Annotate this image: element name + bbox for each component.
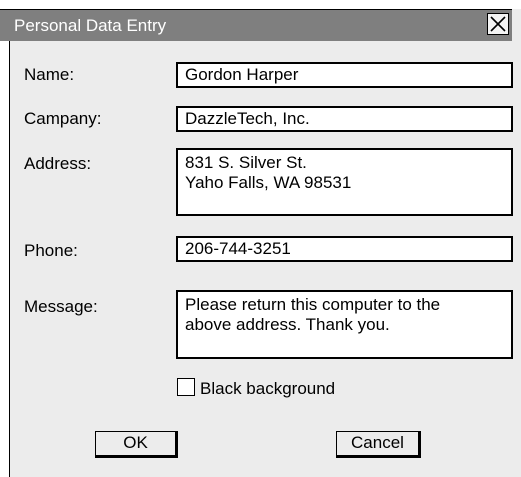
title-bar[interactable]: Personal Data Entry xyxy=(0,9,512,41)
address-label: Address: xyxy=(24,154,92,173)
company-label: Campany: xyxy=(24,109,102,128)
address-field[interactable]: 831 S. Silver St. Yaho Falls, WA 98531 xyxy=(176,148,513,216)
company-field[interactable]: DazzleTech, Inc. xyxy=(176,106,513,132)
message-label: Message: xyxy=(24,297,98,316)
cancel-button[interactable]: Cancel xyxy=(336,431,421,458)
close-icon xyxy=(490,16,506,32)
ok-button[interactable]: OK xyxy=(95,431,178,458)
phone-field[interactable]: 206-744-3251 xyxy=(176,236,513,262)
name-field[interactable]: Gordon Harper xyxy=(176,62,513,88)
message-field[interactable]: Please return this computer to the above… xyxy=(176,290,513,359)
window-title: Personal Data Entry xyxy=(14,16,167,35)
phone-label: Phone: xyxy=(24,241,78,260)
close-button[interactable] xyxy=(487,13,509,35)
black-background-checkbox[interactable] xyxy=(177,378,195,396)
name-label: Name: xyxy=(24,65,75,84)
black-background-label[interactable]: Black background xyxy=(200,379,335,399)
